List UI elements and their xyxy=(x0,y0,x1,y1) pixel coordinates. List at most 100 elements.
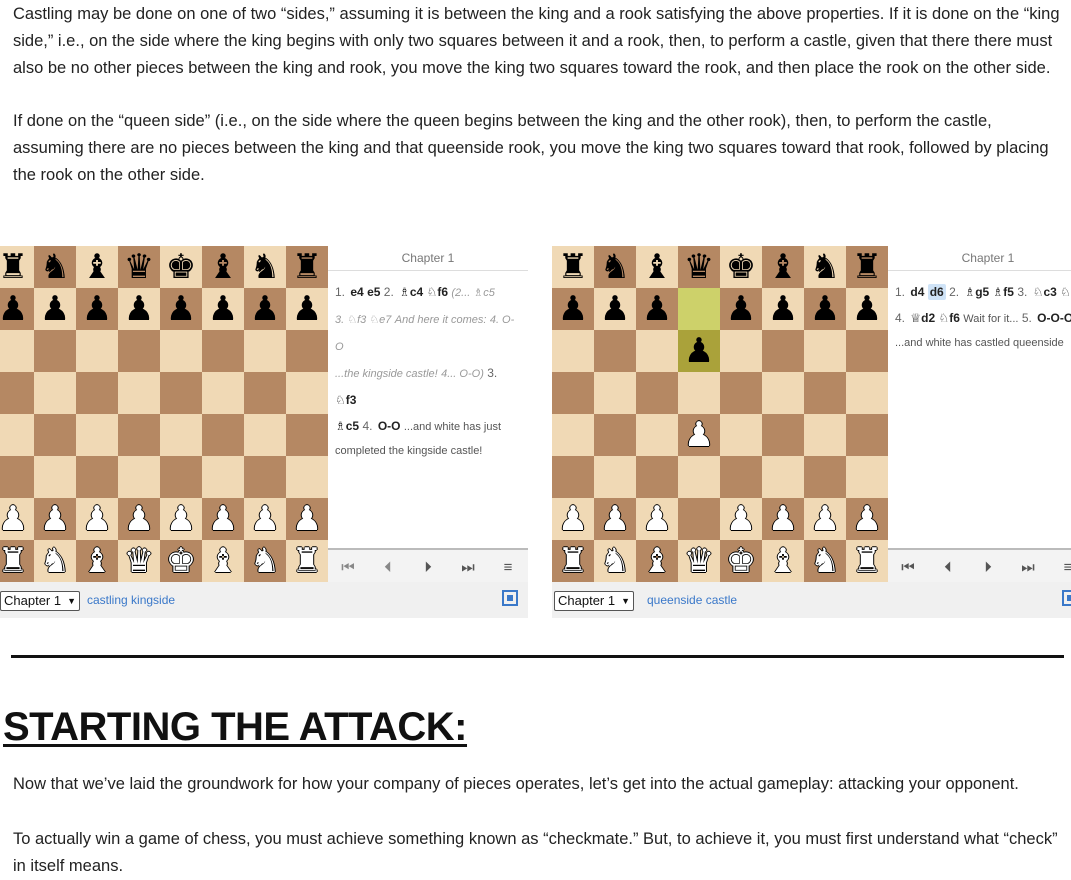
chess-board[interactable]: ♜ ♞ ♝ ♛ ♚ ♝ ♞ ♜ ♟ ♟ ♟ ♟ ♟ ♟ ♟ ♟ ♟ ♟ ♟ ♟ ♟ ♟ ♟ ♟ ♜ ♞ ♝ ♛ ♚ ♝ ♞ ♜ xyxy=(0,246,328,582)
black-rook-icon[interactable]: ♜ xyxy=(558,246,588,288)
variation[interactable]: 3. ♘f3 ♘e7 xyxy=(335,314,391,326)
board-square[interactable]: ♟ xyxy=(286,288,328,330)
black-pawn-icon[interactable]: ♟ xyxy=(726,288,756,330)
board-square[interactable] xyxy=(720,372,762,414)
board-square[interactable] xyxy=(118,414,160,456)
board-square[interactable]: ♝ xyxy=(762,540,804,582)
board-square[interactable] xyxy=(202,456,244,498)
study-title-link[interactable]: queenside castle xyxy=(647,593,737,607)
board-square[interactable]: ♟ xyxy=(594,498,636,540)
board-square[interactable] xyxy=(804,456,846,498)
board-square[interactable] xyxy=(202,414,244,456)
white-knight-icon[interactable]: ♞ xyxy=(40,540,70,582)
board-square[interactable]: ♟ xyxy=(244,288,286,330)
board-square[interactable]: ♝ xyxy=(202,540,244,582)
board-square[interactable] xyxy=(804,414,846,456)
chess-study-viewer-kingside[interactable]: ♜ ♞ ♝ ♛ ♚ ♝ ♞ ♜ ♟ ♟ ♟ ♟ ♟ ♟ ♟ ♟ ♟ ♟ ♟ ♟ ♟ ♟ ♟ ♟ ♜ ♞ ♝ ♛ ♚ ♝ ♞ ♜ Chapter… xyxy=(0,246,528,618)
board-square[interactable]: ♟ xyxy=(0,498,34,540)
board-square[interactable]: ♟ xyxy=(202,498,244,540)
board-square[interactable] xyxy=(76,414,118,456)
white-pawn-icon[interactable]: ♟ xyxy=(250,498,280,540)
move[interactable]: ♗g5 xyxy=(964,285,989,299)
move[interactable]: O-O-O xyxy=(1037,311,1071,325)
black-pawn-icon[interactable]: ♟ xyxy=(40,288,70,330)
board-square[interactable]: ♟ xyxy=(552,288,594,330)
white-rook-icon[interactable]: ♜ xyxy=(0,540,28,582)
board-square[interactable]: ♝ xyxy=(636,540,678,582)
board-square[interactable]: ♟ xyxy=(0,288,34,330)
white-pawn-icon[interactable]: ♟ xyxy=(40,498,70,540)
board-square[interactable] xyxy=(160,330,202,372)
move[interactable]: e4 xyxy=(350,285,363,299)
move[interactable]: ♘c6 xyxy=(1060,285,1071,299)
chapter-select[interactable]: Chapter 1 ▼ xyxy=(0,591,81,611)
white-pawn-icon[interactable]: ♟ xyxy=(124,498,154,540)
last-move-icon[interactable]: ⏭ xyxy=(1013,559,1043,576)
board-square[interactable] xyxy=(678,456,720,498)
board-square[interactable] xyxy=(244,330,286,372)
white-knight-icon[interactable]: ♞ xyxy=(250,540,280,582)
board-square[interactable] xyxy=(34,414,76,456)
board-square[interactable]: ♝ xyxy=(202,246,244,288)
black-bishop-icon[interactable]: ♝ xyxy=(642,246,672,288)
board-square[interactable]: ♟ xyxy=(636,498,678,540)
fullscreen-icon[interactable] xyxy=(502,590,518,606)
black-pawn-icon[interactable]: ♟ xyxy=(250,288,280,330)
first-move-icon[interactable]: ⏮ xyxy=(333,559,363,576)
white-pawn-icon[interactable]: ♟ xyxy=(768,498,798,540)
black-knight-icon[interactable]: ♞ xyxy=(600,246,630,288)
black-pawn-icon[interactable]: ♟ xyxy=(166,288,196,330)
white-bishop-icon[interactable]: ♝ xyxy=(768,540,798,582)
board-square[interactable] xyxy=(594,414,636,456)
black-pawn-icon[interactable]: ♟ xyxy=(810,288,840,330)
board-square[interactable] xyxy=(244,456,286,498)
black-rook-icon[interactable]: ♜ xyxy=(852,246,882,288)
black-pawn-icon[interactable]: ♟ xyxy=(208,288,238,330)
black-pawn-icon[interactable]: ♟ xyxy=(292,288,322,330)
board-square[interactable]: ♟ xyxy=(34,498,76,540)
next-move-icon[interactable]: ⏵ xyxy=(413,559,443,576)
board-square[interactable] xyxy=(720,456,762,498)
board-square[interactable] xyxy=(160,372,202,414)
board-square[interactable]: ♞ xyxy=(244,540,286,582)
move[interactable]: d4 xyxy=(910,285,924,299)
board-square[interactable]: ♟ xyxy=(846,498,888,540)
board-square[interactable] xyxy=(118,456,160,498)
board-square[interactable] xyxy=(118,372,160,414)
variation[interactable]: 4... O-O) xyxy=(441,368,484,380)
board-square[interactable]: ♞ xyxy=(804,246,846,288)
white-pawn-icon[interactable]: ♟ xyxy=(852,498,882,540)
board-square[interactable] xyxy=(160,456,202,498)
move[interactable]: ♗c5 xyxy=(335,419,359,433)
board-square[interactable] xyxy=(762,372,804,414)
board-square[interactable]: ♟ xyxy=(76,498,118,540)
board-square[interactable]: ♜ xyxy=(286,246,328,288)
board-square[interactable]: ♜ xyxy=(286,540,328,582)
board-square[interactable] xyxy=(286,330,328,372)
board-square[interactable]: ♟ xyxy=(636,288,678,330)
board-square[interactable]: ♛ xyxy=(678,540,720,582)
white-pawn-icon[interactable]: ♟ xyxy=(726,498,756,540)
previous-move-icon[interactable]: ⏴ xyxy=(373,559,403,576)
menu-icon[interactable]: ≡ xyxy=(1053,559,1071,576)
board-square[interactable]: ♞ xyxy=(34,246,76,288)
board-square[interactable]: ♟ xyxy=(552,498,594,540)
board-square[interactable]: ♝ xyxy=(636,246,678,288)
white-knight-icon[interactable]: ♞ xyxy=(600,540,630,582)
black-knight-icon[interactable]: ♞ xyxy=(250,246,280,288)
variation[interactable]: (2... ♗c5 xyxy=(451,287,494,299)
board-square[interactable]: ♟ xyxy=(160,498,202,540)
board-square[interactable]: ♟ xyxy=(202,288,244,330)
board-square[interactable] xyxy=(244,372,286,414)
white-rook-icon[interactable]: ♜ xyxy=(558,540,588,582)
board-square[interactable] xyxy=(34,372,76,414)
board-square[interactable] xyxy=(286,456,328,498)
board-square[interactable] xyxy=(34,330,76,372)
board-square[interactable]: ♞ xyxy=(244,246,286,288)
move[interactable]: ♘f6 xyxy=(427,285,448,299)
board-square[interactable] xyxy=(678,498,720,540)
black-knight-icon[interactable]: ♞ xyxy=(40,246,70,288)
white-pawn-icon[interactable]: ♟ xyxy=(166,498,196,540)
menu-icon[interactable]: ≡ xyxy=(493,559,523,576)
board-square[interactable]: ♟ xyxy=(594,288,636,330)
